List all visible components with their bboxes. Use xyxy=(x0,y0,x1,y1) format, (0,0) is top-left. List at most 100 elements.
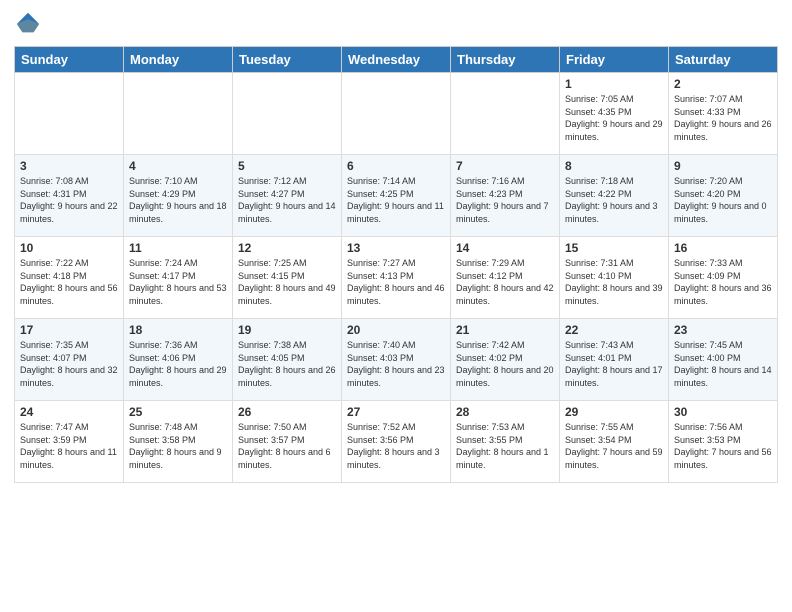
calendar-cell: 17 Sunrise: 7:35 AM Sunset: 4:07 PM Dayli… xyxy=(15,319,124,401)
day-info: Sunrise: 7:18 AM Sunset: 4:22 PM Dayligh… xyxy=(565,175,663,225)
calendar-cell: 5 Sunrise: 7:12 AM Sunset: 4:27 PM Daylig… xyxy=(233,155,342,237)
day-number: 22 xyxy=(565,323,663,337)
day-info: Sunrise: 7:42 AM Sunset: 4:02 PM Dayligh… xyxy=(456,339,554,389)
day-number: 4 xyxy=(129,159,227,173)
day-number: 18 xyxy=(129,323,227,337)
weekday-header-saturday: Saturday xyxy=(669,47,778,73)
day-info: Sunrise: 7:25 AM Sunset: 4:15 PM Dayligh… xyxy=(238,257,336,307)
day-info: Sunrise: 7:45 AM Sunset: 4:00 PM Dayligh… xyxy=(674,339,772,389)
day-info: Sunrise: 7:38 AM Sunset: 4:05 PM Dayligh… xyxy=(238,339,336,389)
calendar-cell xyxy=(451,73,560,155)
calendar-cell: 13 Sunrise: 7:27 AM Sunset: 4:13 PM Dayli… xyxy=(342,237,451,319)
day-number: 24 xyxy=(20,405,118,419)
calendar-cell: 10 Sunrise: 7:22 AM Sunset: 4:18 PM Dayli… xyxy=(15,237,124,319)
day-number: 15 xyxy=(565,241,663,255)
day-info: Sunrise: 7:20 AM Sunset: 4:20 PM Dayligh… xyxy=(674,175,772,225)
day-number: 7 xyxy=(456,159,554,173)
day-number: 12 xyxy=(238,241,336,255)
calendar-cell: 26 Sunrise: 7:50 AM Sunset: 3:57 PM Dayli… xyxy=(233,401,342,483)
day-number: 11 xyxy=(129,241,227,255)
calendar-cell: 2 Sunrise: 7:07 AM Sunset: 4:33 PM Daylig… xyxy=(669,73,778,155)
calendar-cell: 8 Sunrise: 7:18 AM Sunset: 4:22 PM Daylig… xyxy=(560,155,669,237)
day-info: Sunrise: 7:56 AM Sunset: 3:53 PM Dayligh… xyxy=(674,421,772,471)
calendar-cell: 22 Sunrise: 7:43 AM Sunset: 4:01 PM Dayli… xyxy=(560,319,669,401)
day-info: Sunrise: 7:16 AM Sunset: 4:23 PM Dayligh… xyxy=(456,175,554,225)
day-number: 25 xyxy=(129,405,227,419)
weekday-header-friday: Friday xyxy=(560,47,669,73)
day-number: 26 xyxy=(238,405,336,419)
day-info: Sunrise: 7:10 AM Sunset: 4:29 PM Dayligh… xyxy=(129,175,227,225)
calendar-cell: 18 Sunrise: 7:36 AM Sunset: 4:06 PM Dayli… xyxy=(124,319,233,401)
day-info: Sunrise: 7:48 AM Sunset: 3:58 PM Dayligh… xyxy=(129,421,227,471)
day-number: 3 xyxy=(20,159,118,173)
calendar-cell: 30 Sunrise: 7:56 AM Sunset: 3:53 PM Dayli… xyxy=(669,401,778,483)
day-info: Sunrise: 7:52 AM Sunset: 3:56 PM Dayligh… xyxy=(347,421,445,471)
logo-icon xyxy=(14,10,42,38)
day-info: Sunrise: 7:24 AM Sunset: 4:17 PM Dayligh… xyxy=(129,257,227,307)
day-info: Sunrise: 7:05 AM Sunset: 4:35 PM Dayligh… xyxy=(565,93,663,143)
calendar-cell: 4 Sunrise: 7:10 AM Sunset: 4:29 PM Daylig… xyxy=(124,155,233,237)
day-info: Sunrise: 7:40 AM Sunset: 4:03 PM Dayligh… xyxy=(347,339,445,389)
day-info: Sunrise: 7:07 AM Sunset: 4:33 PM Dayligh… xyxy=(674,93,772,143)
day-info: Sunrise: 7:53 AM Sunset: 3:55 PM Dayligh… xyxy=(456,421,554,471)
day-number: 30 xyxy=(674,405,772,419)
calendar-cell: 24 Sunrise: 7:47 AM Sunset: 3:59 PM Dayli… xyxy=(15,401,124,483)
calendar-cell: 11 Sunrise: 7:24 AM Sunset: 4:17 PM Dayli… xyxy=(124,237,233,319)
day-info: Sunrise: 7:36 AM Sunset: 4:06 PM Dayligh… xyxy=(129,339,227,389)
calendar-cell: 23Sunrise: 7:45 AM Sunset: 4:00 PM Dayli… xyxy=(669,319,778,401)
logo xyxy=(14,10,46,38)
day-number: 1 xyxy=(565,77,663,91)
day-number: 28 xyxy=(456,405,554,419)
calendar-cell: 6Sunrise: 7:14 AM Sunset: 4:25 PM Daylig… xyxy=(342,155,451,237)
calendar-table: SundayMondayTuesdayWednesdayThursdayFrid… xyxy=(14,46,778,483)
calendar-cell: 12 Sunrise: 7:25 AM Sunset: 4:15 PM Dayli… xyxy=(233,237,342,319)
day-info: Sunrise: 7:29 AM Sunset: 4:12 PM Dayligh… xyxy=(456,257,554,307)
day-number: 10 xyxy=(20,241,118,255)
day-number: 19 xyxy=(238,323,336,337)
calendar-cell: 25 Sunrise: 7:48 AM Sunset: 3:58 PM Dayli… xyxy=(124,401,233,483)
day-info: Sunrise: 7:35 AM Sunset: 4:07 PM Dayligh… xyxy=(20,339,118,389)
calendar-cell: 19 Sunrise: 7:38 AM Sunset: 4:05 PM Dayli… xyxy=(233,319,342,401)
day-number: 2 xyxy=(674,77,772,91)
weekday-header-tuesday: Tuesday xyxy=(233,47,342,73)
day-info: Sunrise: 7:27 AM Sunset: 4:13 PM Dayligh… xyxy=(347,257,445,307)
day-number: 13 xyxy=(347,241,445,255)
day-info: Sunrise: 7:12 AM Sunset: 4:27 PM Dayligh… xyxy=(238,175,336,225)
calendar-cell xyxy=(342,73,451,155)
day-number: 20 xyxy=(347,323,445,337)
weekday-header-sunday: Sunday xyxy=(15,47,124,73)
day-number: 14 xyxy=(456,241,554,255)
calendar-cell: 1 Sunrise: 7:05 AM Sunset: 4:35 PM Daylig… xyxy=(560,73,669,155)
calendar-cell xyxy=(124,73,233,155)
day-number: 27 xyxy=(347,405,445,419)
calendar-cell: 27 Sunrise: 7:52 AM Sunset: 3:56 PM Dayli… xyxy=(342,401,451,483)
day-number: 16 xyxy=(674,241,772,255)
day-number: 6 xyxy=(347,159,445,173)
calendar-cell: 14 Sunrise: 7:29 AM Sunset: 4:12 PM Dayli… xyxy=(451,237,560,319)
day-number: 5 xyxy=(238,159,336,173)
weekday-header-wednesday: Wednesday xyxy=(342,47,451,73)
day-info: Sunrise: 7:31 AM Sunset: 4:10 PM Dayligh… xyxy=(565,257,663,307)
day-info: Sunrise: 7:22 AM Sunset: 4:18 PM Dayligh… xyxy=(20,257,118,307)
day-number: 21 xyxy=(456,323,554,337)
weekday-header-thursday: Thursday xyxy=(451,47,560,73)
day-info: Sunrise: 7:08 AM Sunset: 4:31 PM Dayligh… xyxy=(20,175,118,225)
calendar-cell: 16 Sunrise: 7:33 AM Sunset: 4:09 PM Dayli… xyxy=(669,237,778,319)
day-info: Sunrise: 7:43 AM Sunset: 4:01 PM Dayligh… xyxy=(565,339,663,389)
day-info: Sunrise: 7:55 AM Sunset: 3:54 PM Dayligh… xyxy=(565,421,663,471)
weekday-header-monday: Monday xyxy=(124,47,233,73)
day-info: Sunrise: 7:33 AM Sunset: 4:09 PM Dayligh… xyxy=(674,257,772,307)
day-number: 17 xyxy=(20,323,118,337)
calendar-cell: 28 Sunrise: 7:53 AM Sunset: 3:55 PM Dayli… xyxy=(451,401,560,483)
calendar-cell: 7 Sunrise: 7:16 AM Sunset: 4:23 PM Daylig… xyxy=(451,155,560,237)
day-number: 9 xyxy=(674,159,772,173)
day-info: Sunrise: 7:50 AM Sunset: 3:57 PM Dayligh… xyxy=(238,421,336,471)
calendar-cell xyxy=(233,73,342,155)
calendar-cell: 3 Sunrise: 7:08 AM Sunset: 4:31 PM Daylig… xyxy=(15,155,124,237)
day-number: 8 xyxy=(565,159,663,173)
calendar-cell: 20 Sunrise: 7:40 AM Sunset: 4:03 PM Dayli… xyxy=(342,319,451,401)
day-info: Sunrise: 7:47 AM Sunset: 3:59 PM Dayligh… xyxy=(20,421,118,471)
day-number: 29 xyxy=(565,405,663,419)
calendar-cell: 21 Sunrise: 7:42 AM Sunset: 4:02 PM Dayli… xyxy=(451,319,560,401)
calendar-cell: 29 Sunrise: 7:55 AM Sunset: 3:54 PM Dayli… xyxy=(560,401,669,483)
